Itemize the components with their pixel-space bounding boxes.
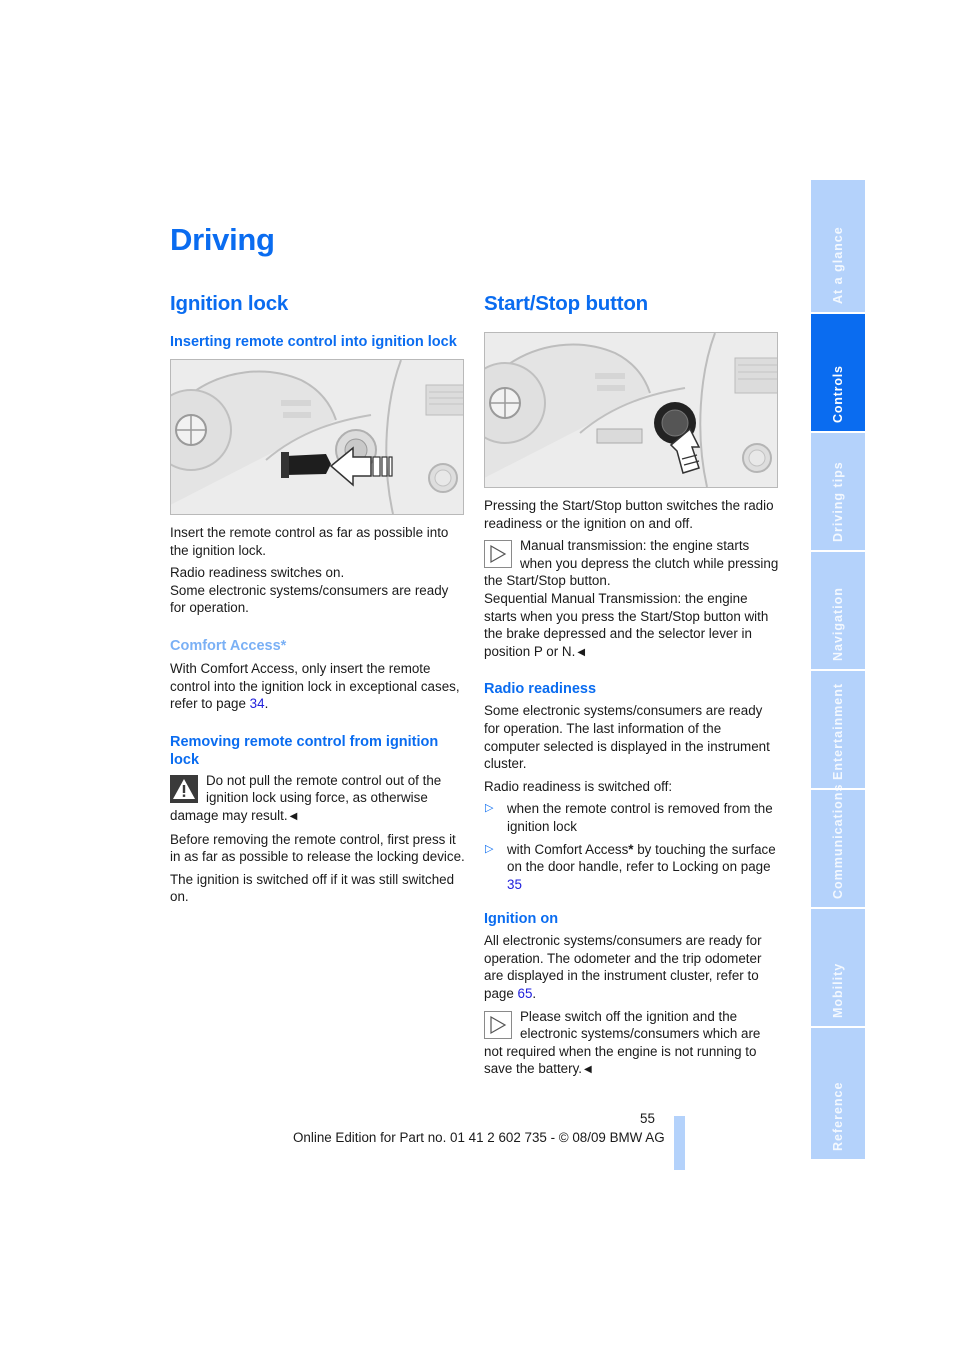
- tab-label: At a glance: [831, 226, 845, 304]
- page-number: 55: [640, 1111, 655, 1126]
- page-link-34[interactable]: 34: [250, 696, 265, 711]
- heading-comfort-access: Comfort Access*: [170, 637, 287, 654]
- section-title-ignition-lock: Ignition lock: [170, 292, 289, 315]
- removing-text: Before removing the remote control, firs…: [170, 831, 465, 865]
- start-stop-intro: Pressing the Start/Stop button switches …: [484, 498, 774, 531]
- tab-label: Controls: [831, 365, 845, 423]
- heading-inserting-remote: Inserting remote control into ignition l…: [170, 334, 457, 350]
- heading-ignition-on: Ignition on: [484, 911, 559, 928]
- inserting-text: Insert the remote control as far as poss…: [170, 525, 449, 558]
- smg-note: Sequential Manual Transmission: the engi…: [484, 590, 779, 661]
- tab-communications[interactable]: Communications: [811, 784, 865, 907]
- end-mark-icon: ◀: [289, 810, 298, 822]
- tab-label: Entertainment: [831, 682, 845, 780]
- ignition-on-period: .: [532, 986, 537, 1002]
- manual-transmission-note: Manual transmission: the engine starts w…: [484, 537, 779, 590]
- radio-readiness-off-list: ▷ when the remote control is removed from…: [484, 800, 779, 893]
- heading-radio-readiness: Radio readiness: [484, 681, 597, 698]
- ignition-on-text: All electronic systems/consumers are rea…: [484, 932, 779, 1002]
- comfort-access-period: .: [264, 696, 269, 712]
- figure-ignition-lock: [170, 359, 464, 515]
- radio-readiness-on-text: Radio readiness switches on.: [170, 565, 345, 581]
- tab-at-a-glance[interactable]: At a glance: [811, 180, 865, 312]
- right-column: Pressing the Start/Stop button switches …: [484, 332, 779, 1084]
- start-stop-illustration: [485, 333, 777, 487]
- battery-note: Please switch off the ignition and the e…: [484, 1008, 779, 1079]
- comfort-access-text-body: With Comfort Access, only insert the rem…: [170, 660, 460, 712]
- end-mark-icon: ◀: [577, 646, 586, 658]
- list-item-text: when the remote control is removed from …: [507, 801, 773, 834]
- footer-accent-bar: [674, 1116, 685, 1170]
- tab-label: Reference: [831, 1081, 845, 1151]
- tab-controls[interactable]: Controls: [811, 314, 865, 431]
- tab-label: Navigation: [831, 587, 845, 661]
- comfort-access-text: With Comfort Access, only insert the rem…: [170, 660, 465, 713]
- note-triangle-icon: [484, 1010, 512, 1039]
- tab-reference[interactable]: Reference: [811, 1028, 865, 1159]
- heading-removing-remote: Removing remote control from ignition lo…: [170, 733, 439, 768]
- manual-transmission-text: Manual transmission: the engine starts w…: [484, 538, 779, 589]
- warning-triangle-icon: [170, 774, 198, 803]
- tab-driving-tips[interactable]: Driving tips: [811, 433, 865, 550]
- note-triangle-icon: [484, 540, 512, 569]
- tab-navigation[interactable]: Navigation: [811, 552, 865, 669]
- warning-note: Do not pull the remote control out of th…: [170, 772, 465, 826]
- left-column: Inserting remote control into ignition l…: [170, 333, 465, 911]
- smg-text: Sequential Manual Transmission: the engi…: [484, 590, 769, 659]
- battery-note-text: Please switch off the ignition and the e…: [484, 1008, 761, 1077]
- tab-label: Driving tips: [831, 461, 845, 542]
- list-item-text: with Comfort Access: [507, 841, 629, 857]
- tab-label: Mobility: [831, 962, 845, 1018]
- bullet-triangle-icon: ▷: [485, 802, 494, 815]
- tab-mobility[interactable]: Mobility: [811, 909, 865, 1026]
- footer-edition-text: Online Edition for Part no. 01 41 2 602 …: [293, 1130, 665, 1145]
- page-link-65[interactable]: 65: [518, 986, 533, 1001]
- tab-entertainment[interactable]: Entertainment: [811, 671, 865, 788]
- figure-start-stop-button: [484, 332, 778, 488]
- radio-readiness-off-text: Radio readiness is switched off:: [484, 778, 673, 794]
- list-item: ▷ when the remote control is removed from…: [484, 800, 779, 835]
- ignition-lock-illustration: [171, 360, 463, 514]
- page-link-35[interactable]: 35: [507, 877, 522, 892]
- radio-readiness-text: Some electronic systems/consumers are re…: [484, 703, 770, 772]
- end-mark-icon: ◀: [584, 1064, 592, 1076]
- warning-text: Do not pull the remote control out of th…: [170, 772, 442, 823]
- ignition-off-text: The ignition is switched off if it was s…: [170, 871, 455, 905]
- bullet-triangle-icon: ▷: [485, 842, 494, 855]
- section-title-start-stop: Start/Stop button: [484, 292, 648, 315]
- systems-ready-text: Some electronic systems/consumers are re…: [170, 582, 449, 616]
- chapter-tabs: At a glance Controls Driving tips Naviga…: [811, 180, 865, 1161]
- list-item: ▷ with Comfort Access* by touching the su…: [484, 841, 779, 894]
- tab-label: Communications: [831, 783, 845, 899]
- page-title: Driving: [170, 222, 275, 257]
